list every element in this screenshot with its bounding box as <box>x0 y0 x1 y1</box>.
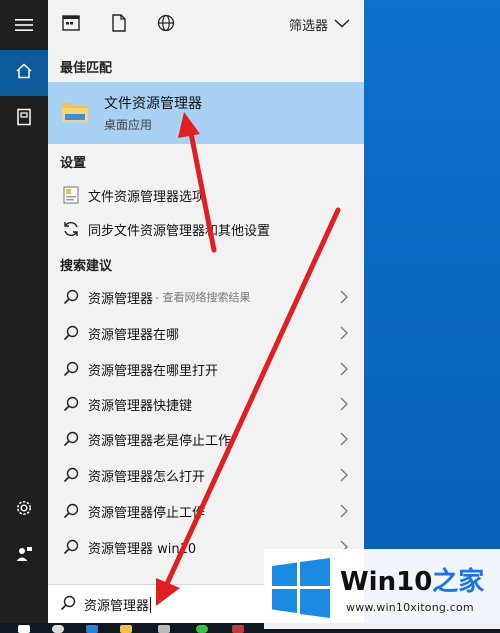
best-match-heading: 最佳匹配 <box>60 61 113 76</box>
folder-icon[interactable] <box>120 625 132 633</box>
search-icon <box>58 361 84 377</box>
suggestion-item[interactable]: 资源管理器老是停止工作 <box>48 422 364 456</box>
document-icon <box>112 14 126 36</box>
search-icon <box>58 289 84 305</box>
settings-heading: 设置 <box>60 156 87 171</box>
search-results-panel: 筛选器 最佳匹配 文件资源管理器 桌面应用 设置 文件资源管理器选项 同步文件资… <box>48 0 364 623</box>
suggestion-label: 资源管理器快捷键 <box>88 398 193 414</box>
notebook-button[interactable] <box>0 96 48 142</box>
cortana-icon[interactable] <box>52 625 64 633</box>
suggestions-heading: 搜索建议 <box>60 259 113 274</box>
settings-item-file-explorer-options[interactable]: 文件资源管理器选项 <box>48 178 364 212</box>
best-match-subtitle: 桌面应用 <box>104 118 153 132</box>
windows-logo <box>270 557 332 623</box>
search-scope-toolbar: 筛选器 <box>48 0 364 50</box>
store-icon[interactable] <box>158 625 170 633</box>
notebook-icon <box>16 108 32 130</box>
search-icon <box>58 503 84 519</box>
best-match-result[interactable]: 文件资源管理器 桌面应用 <box>48 82 364 144</box>
suggestion-label: 资源管理器在哪里打开 <box>88 363 219 379</box>
apps-scope-button[interactable] <box>60 14 82 36</box>
chevron-down-icon <box>334 17 350 32</box>
web-scope-button[interactable] <box>155 14 177 36</box>
suggestion-item[interactable]: 资源管理器停止工作 <box>48 494 364 528</box>
suggestion-label: 资源管理器在哪 <box>88 327 180 343</box>
search-input[interactable]: 资源管理器 <box>84 595 149 614</box>
start-rail <box>0 0 48 623</box>
watermark: Win10之家 www.win10xitong.com <box>264 549 500 629</box>
suggestion-item[interactable]: 资源管理器在哪里打开 <box>48 352 364 386</box>
settings-item-label: 同步文件资源管理器和其他设置 <box>88 223 271 239</box>
hamburger-menu-button[interactable] <box>0 4 48 50</box>
chevron-right-icon[interactable] <box>340 504 348 522</box>
app-icon[interactable] <box>196 625 208 633</box>
sync-icon <box>58 220 84 238</box>
chevron-right-icon[interactable] <box>340 326 348 344</box>
text-caret <box>150 596 152 613</box>
gear-icon <box>15 499 33 521</box>
settings-button[interactable] <box>0 487 48 533</box>
feedback-person-icon <box>15 545 33 567</box>
settings-item-sync[interactable]: 同步文件资源管理器和其他设置 <box>48 212 364 246</box>
web-icon <box>157 14 175 36</box>
app-icon[interactable] <box>232 625 244 633</box>
suggestion-hint: - 查看网络搜索结果 <box>155 291 251 304</box>
documents-scope-button[interactable] <box>108 14 130 36</box>
settings-item-label: 文件资源管理器选项 <box>88 189 206 205</box>
suggestion-item[interactable]: 资源管理器 - 查看网络搜索结果 <box>48 280 364 314</box>
filter-dropdown[interactable]: 筛选器 <box>289 15 350 34</box>
suggestion-label: 资源管理器停止工作 <box>88 505 206 521</box>
desktop-background <box>364 0 500 633</box>
suggestion-label: 资源管理器 win10 <box>88 541 197 557</box>
settings-page-icon <box>58 186 84 204</box>
search-icon <box>58 539 84 555</box>
home-icon <box>15 62 33 84</box>
edge-icon[interactable] <box>86 625 98 633</box>
best-match-title: 文件资源管理器 <box>104 96 202 112</box>
chevron-right-icon[interactable] <box>340 468 348 486</box>
file-explorer-icon <box>60 96 90 130</box>
search-icon <box>58 467 84 483</box>
filter-label: 筛选器 <box>288 19 328 34</box>
search-icon <box>58 396 84 412</box>
feedback-button[interactable] <box>0 533 48 579</box>
windows-start-icon[interactable] <box>18 625 30 633</box>
search-icon <box>60 595 76 615</box>
suggestion-label: 资源管理器 <box>88 291 154 307</box>
suggestion-item[interactable]: 资源管理器怎么打开 <box>48 458 364 492</box>
watermark-url: www.win10xitong.com <box>346 601 474 614</box>
suggestion-item[interactable]: 资源管理器快捷键 <box>48 387 364 421</box>
apps-icon <box>62 15 80 35</box>
chevron-right-icon[interactable] <box>340 432 348 450</box>
search-icon <box>58 431 84 447</box>
suggestion-item[interactable]: 资源管理器在哪 <box>48 316 364 350</box>
chevron-right-icon[interactable] <box>340 290 348 308</box>
chevron-right-icon[interactable] <box>340 397 348 415</box>
home-button[interactable] <box>0 50 48 96</box>
chevron-right-icon[interactable] <box>340 362 348 380</box>
suggestion-label: 资源管理器老是停止工作 <box>88 433 232 449</box>
suggestion-label: 资源管理器怎么打开 <box>88 469 206 485</box>
hamburger-icon <box>15 18 33 36</box>
watermark-brand: Win10之家 <box>340 567 485 597</box>
search-icon <box>58 325 84 341</box>
